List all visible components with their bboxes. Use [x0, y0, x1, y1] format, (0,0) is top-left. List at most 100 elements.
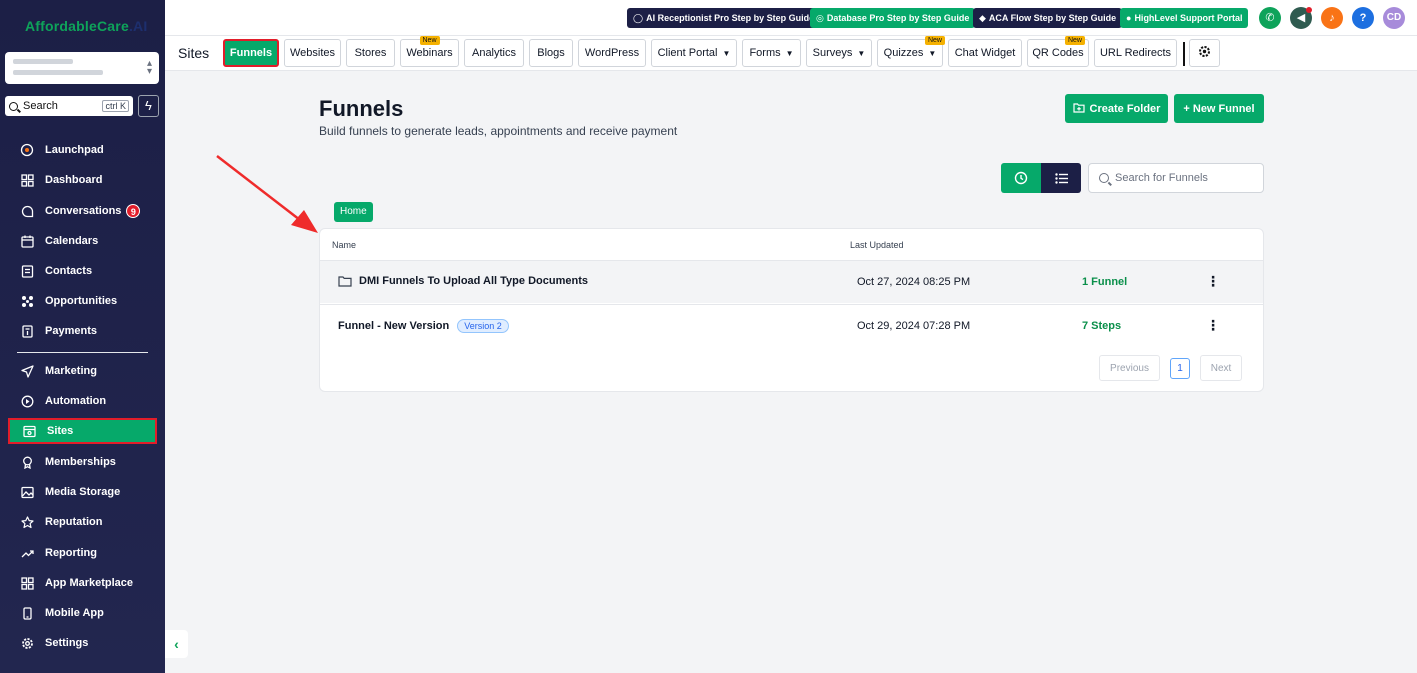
location-address-redacted: [13, 70, 103, 75]
chevron-down-icon: ▼: [722, 48, 731, 58]
more-options-icon[interactable]: ⋮: [1206, 273, 1220, 290]
page-subtitle: Build funnels to generate leads, appoint…: [319, 124, 678, 138]
sites-settings-button[interactable]: [1189, 39, 1220, 67]
sidebar-item-payments[interactable]: Payments: [8, 318, 157, 344]
quick-actions-bolt-icon[interactable]: ϟ: [138, 95, 159, 117]
sidebar-item-label: Dashboard: [45, 174, 103, 186]
pagination-current-page[interactable]: 1: [1170, 358, 1190, 379]
mobile-icon: [20, 606, 34, 620]
sidebar-search-input[interactable]: Search ctrl K: [5, 96, 133, 116]
collapse-sidebar-chevron-icon[interactable]: ‹: [165, 630, 188, 658]
sidebar-item-reputation[interactable]: Reputation: [8, 509, 157, 535]
help-icon[interactable]: ?: [1352, 7, 1374, 29]
location-switcher[interactable]: ▴ ▾: [5, 52, 159, 84]
sidebar-item-calendars[interactable]: Calendars: [8, 228, 157, 254]
search-placeholder: Search for Funnels: [1115, 172, 1208, 184]
ai-receptionist-guide-button[interactable]: ◯ AI Receptionist Pro Step by Step Guide: [627, 8, 821, 28]
tab-stores[interactable]: Stores: [346, 39, 395, 67]
user-avatar[interactable]: CD: [1383, 7, 1405, 29]
tab-analytics[interactable]: Analytics: [464, 39, 524, 67]
sidebar-item-settings[interactable]: Settings: [8, 630, 157, 656]
button-label: + New Funnel: [1183, 102, 1255, 115]
sidebar-item-media-storage[interactable]: Media Storage: [8, 479, 157, 505]
location-name-redacted: [13, 59, 73, 64]
user-icon: ●: [1126, 13, 1132, 23]
gear-icon: [1198, 45, 1211, 61]
guide-label: AI Receptionist Pro Step by Step Guide: [646, 13, 815, 23]
phone-icon[interactable]: ✆: [1259, 7, 1281, 29]
sidebar-item-opportunities[interactable]: Opportunities: [8, 288, 157, 314]
sidebar-item-mobile-app[interactable]: Mobile App: [8, 600, 157, 626]
tab-surveys[interactable]: Surveys ▼: [806, 39, 872, 67]
chat-icon: [20, 204, 34, 218]
tab-label: Websites: [289, 47, 336, 59]
tab-websites[interactable]: Websites: [284, 39, 341, 67]
brand-logo[interactable]: AffordableCare.AI: [25, 18, 147, 34]
trend-icon: [20, 546, 34, 560]
notification-dot: [1306, 7, 1312, 13]
sidebar-item-automation[interactable]: Automation: [8, 388, 157, 414]
tab-label: Quizzes: [883, 47, 924, 59]
more-options-icon[interactable]: ⋮: [1206, 317, 1220, 334]
award-icon: [20, 455, 34, 469]
sidebar-item-sites[interactable]: Sites: [8, 418, 157, 444]
sidebar-item-label: Media Storage: [45, 486, 121, 498]
tab-webinars[interactable]: New Webinars: [400, 36, 459, 67]
tab-client-portal[interactable]: Client Portal ▼: [651, 39, 737, 67]
sidebar-item-memberships[interactable]: Memberships: [8, 449, 157, 475]
page-title: Funnels: [319, 96, 404, 121]
sidebar-item-label: Opportunities: [45, 295, 118, 307]
column-header-last-updated[interactable]: Last Updated: [850, 240, 904, 250]
sidebar-item-dashboard[interactable]: Dashboard: [8, 167, 157, 193]
sidebar-item-marketing[interactable]: Marketing: [8, 358, 157, 384]
row-count[interactable]: 7 Steps: [1082, 320, 1121, 332]
create-folder-button[interactable]: Create Folder: [1065, 94, 1168, 123]
payments-icon: [20, 324, 34, 338]
button-label: Create Folder: [1089, 102, 1161, 115]
recent-view-clock-icon[interactable]: [1001, 163, 1041, 193]
tab-url-redirects[interactable]: URL Redirects: [1094, 39, 1177, 67]
tab-blogs[interactable]: Blogs: [529, 39, 573, 67]
unread-badge: 9: [126, 204, 141, 218]
view-toggle: [1001, 163, 1081, 193]
breadcrumb-home[interactable]: Home: [334, 202, 373, 222]
sidebar-item-app-marketplace[interactable]: App Marketplace: [8, 570, 157, 596]
megaphone-icon[interactable]: ◀: [1290, 7, 1312, 29]
tab-qr-codes[interactable]: New QR Codes: [1027, 36, 1089, 67]
tab-funnels[interactable]: Funnels: [223, 39, 279, 67]
apps-icon: [20, 576, 34, 590]
sidebar-item-launchpad[interactable]: Launchpad: [8, 137, 157, 163]
sidebar-item-reporting[interactable]: Reporting: [8, 540, 157, 566]
row-name[interactable]: DMI Funnels To Upload All Type Documents: [338, 275, 588, 287]
tab-wordpress[interactable]: WordPress: [578, 39, 646, 67]
bell-icon[interactable]: ♪: [1321, 7, 1343, 29]
sidebar-item-label: Contacts: [45, 265, 93, 277]
tab-forms[interactable]: Forms ▼: [742, 39, 801, 67]
pagination-previous[interactable]: Previous: [1099, 355, 1160, 381]
list-view-icon[interactable]: [1041, 163, 1081, 193]
sidebar-item-label: Settings: [45, 637, 89, 649]
row-count[interactable]: 1 Funnel: [1082, 276, 1127, 288]
tab-chat-widget[interactable]: Chat Widget: [948, 39, 1022, 67]
tab-quizzes[interactable]: New Quizzes ▼: [877, 36, 945, 67]
folder-icon: [338, 275, 352, 287]
tab-label: Surveys: [812, 47, 853, 59]
table-row[interactable]: Funnel - New Version Version 2 Oct 29, 2…: [320, 304, 1263, 347]
row-last-updated: Oct 29, 2024 07:28 PM: [857, 320, 971, 332]
row-last-updated: Oct 27, 2024 08:25 PM: [857, 276, 971, 288]
support-portal-button[interactable]: ● HighLevel Support Portal: [1120, 8, 1249, 28]
tab-label: Forms: [749, 47, 781, 59]
row-name[interactable]: Funnel - New Version Version 2: [338, 319, 509, 333]
sidebar-item-label: Automation: [45, 395, 107, 407]
new-funnel-button[interactable]: + New Funnel: [1174, 94, 1264, 123]
aca-flow-guide-button[interactable]: ◆ ACA Flow Step by Step Guide: [973, 8, 1123, 28]
column-header-name[interactable]: Name: [332, 240, 356, 250]
sidebar-item-contacts[interactable]: Contacts: [8, 258, 157, 284]
star-icon: [20, 515, 34, 529]
database-pro-guide-button[interactable]: ◎ Database Pro Step by Step Guide: [810, 8, 976, 28]
funnel-search-input[interactable]: Search for Funnels: [1088, 163, 1264, 193]
table-row[interactable]: DMI Funnels To Upload All Type Documents…: [320, 260, 1263, 303]
tab-label: Webinars: [406, 47, 453, 59]
sidebar-item-conversations[interactable]: Conversations 9: [8, 198, 157, 224]
pagination-next[interactable]: Next: [1200, 355, 1242, 381]
